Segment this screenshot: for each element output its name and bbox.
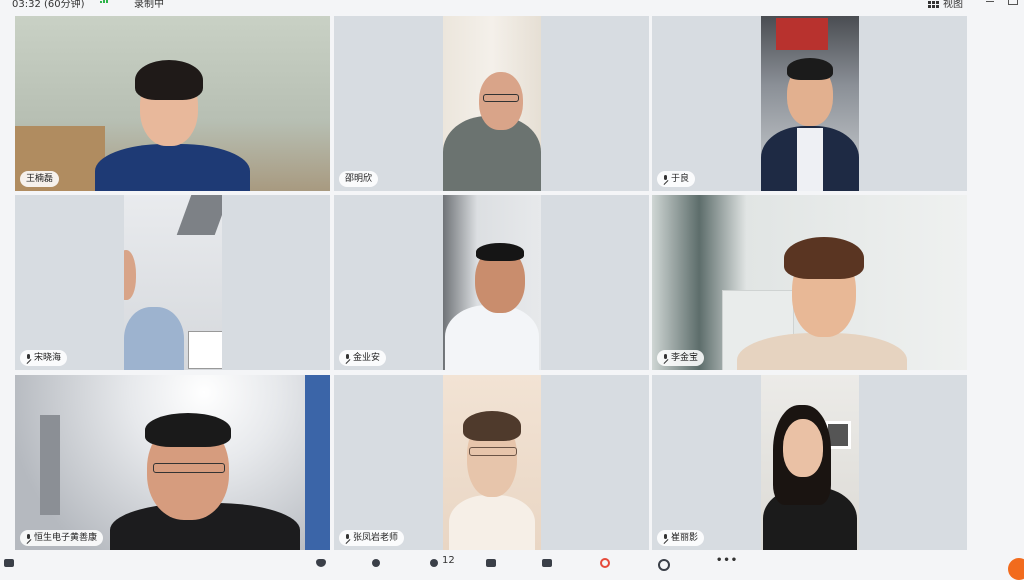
participant-name: 金业安 [353,353,381,363]
view-switch-button[interactable]: 视图 [928,0,963,10]
participant-name-tag: 宋晓海 [20,350,68,366]
participant-name-tag: 崔丽影 [657,530,705,546]
video-tile[interactable]: 于良 [652,16,967,191]
participant-name: 邵明欣 [345,174,373,184]
video-tile[interactable]: 王楠磊 [15,16,330,191]
participant-video [15,375,330,550]
record-icon[interactable] [600,558,610,568]
end-meeting-button[interactable] [1008,558,1024,580]
participant-name: 张凤岩老师 [353,533,399,543]
apps-icon[interactable] [658,559,670,571]
video-tile[interactable]: 李金宝 [652,195,967,370]
participant-name: 恒生电子黄善康 [34,533,98,543]
participant-name: 于良 [671,174,690,184]
microphone-icon [663,175,668,183]
microphone-icon [26,534,31,542]
recording-status: 录制中 [134,0,164,10]
participant-video [443,375,541,550]
video-tile[interactable]: 宋晓海 [15,195,330,370]
participant-video [15,16,330,191]
participant-name-tag: 王楠磊 [20,171,60,187]
restore-window-icon[interactable] [1008,0,1018,5]
meeting-timer: 03:32 (60分钟) [12,0,85,10]
video-tile[interactable]: 邵明欣 [334,16,649,191]
microphone-icon [26,354,31,362]
microphone-icon [663,534,668,542]
view-switch-label: 视图 [943,0,963,10]
participants-count: 12 [442,555,455,566]
meeting-toolbar: 12 ••• [0,555,1024,571]
participant-name: 宋晓海 [34,353,62,363]
participant-name-tag: 金业安 [339,350,387,366]
participant-video [761,375,859,550]
participant-name-tag: 恒生电子黄善康 [20,530,104,546]
participant-name-tag: 李金宝 [657,350,705,366]
video-tile[interactable]: 崔丽影 [652,375,967,550]
participant-name-tag: 张凤岩老师 [339,530,405,546]
more-icon[interactable]: ••• [716,555,738,566]
microphone-icon [345,534,350,542]
top-status-bar: 03:32 (60分钟) 录制中 视图 [0,0,1024,10]
video-tile[interactable]: 张凤岩老师 [334,375,649,550]
participant-name-tag: 于良 [657,171,696,187]
participant-video [443,16,541,191]
microphone-icon [345,354,350,362]
network-signal-icon [100,0,108,3]
microphone-icon [663,354,668,362]
participant-video [124,195,222,370]
video-tile[interactable]: 恒生电子黄善康 [15,375,330,550]
participant-name: 李金宝 [671,353,699,363]
video-tile[interactable]: 金业安 [334,195,649,370]
grid-view-icon [928,0,939,8]
participant-video [652,195,967,370]
participant-name: 崔丽影 [671,533,699,543]
participant-name-tag: 邵明欣 [339,171,379,187]
participant-video [443,195,541,370]
participant-video [761,16,859,191]
participant-name: 王楠磊 [26,174,54,184]
minimize-window-icon[interactable] [986,1,994,2]
